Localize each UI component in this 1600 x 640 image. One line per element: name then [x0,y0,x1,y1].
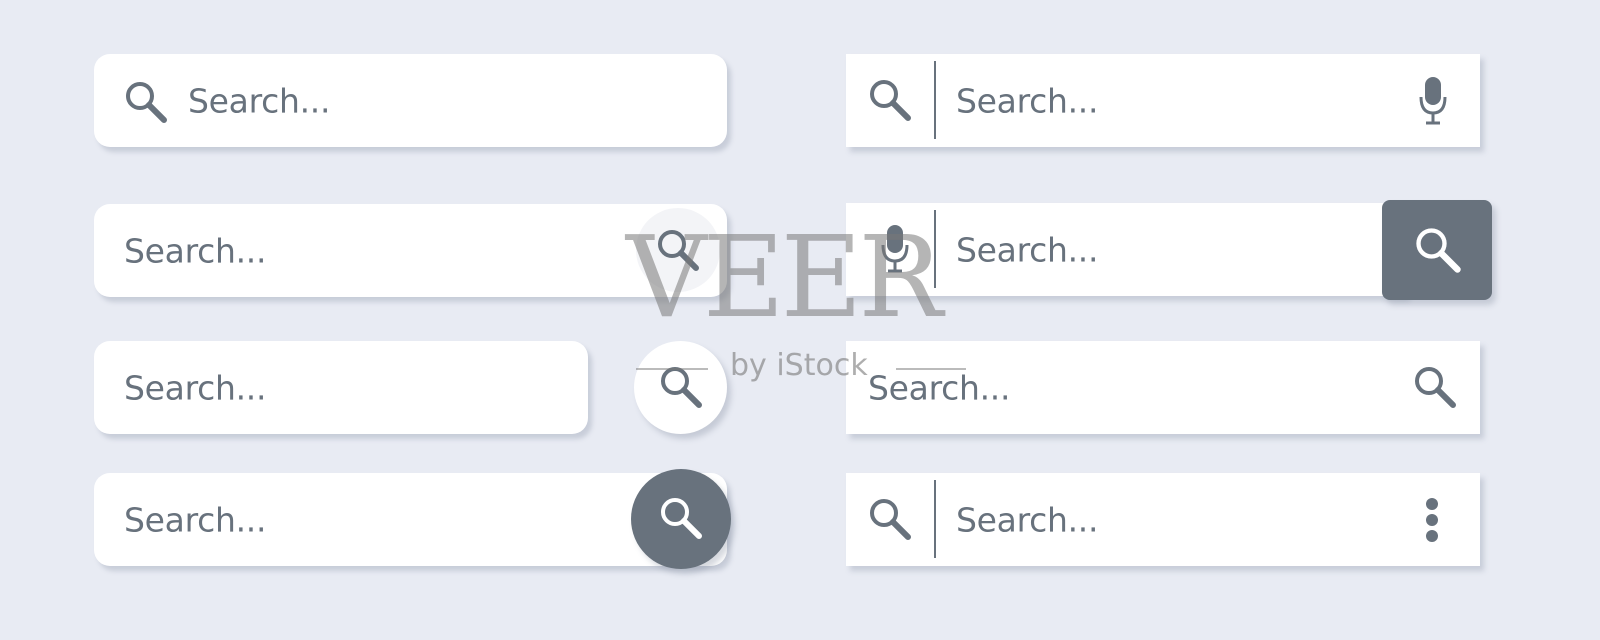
search-icon [657,494,705,542]
search-icon[interactable] [122,78,170,126]
search-input[interactable]: Search... [956,500,1098,539]
watermark-line-right [896,368,966,370]
search-input[interactable]: Search... [956,81,1098,120]
search-input[interactable]: Search... [188,81,330,120]
search-icon[interactable] [1411,363,1459,411]
watermark-line-left [636,368,708,370]
search-input[interactable]: Search... [124,368,266,407]
search-bar-1[interactable]: Search... [94,54,727,147]
search-input[interactable]: Search... [956,230,1098,269]
search-bar-5[interactable]: Search... [846,54,1480,147]
search-input[interactable]: Search... [124,231,266,270]
search-bar-3[interactable]: Search... [94,341,588,434]
search-button[interactable] [634,341,727,434]
search-icon [1412,224,1464,276]
more-vertical-icon[interactable] [1425,497,1439,543]
watermark-subtitle: by iStock [730,348,868,383]
search-icon[interactable] [866,495,914,543]
divider [934,480,936,558]
search-bar-7[interactable]: Search... [846,341,1480,434]
search-input[interactable]: Search... [124,500,266,539]
watermark-title: VEER [626,213,943,343]
search-button[interactable] [631,469,731,569]
search-input[interactable]: Search... [868,368,1010,407]
divider [934,61,936,139]
search-bar-8[interactable]: Search... [846,473,1480,566]
microphone-icon[interactable] [1418,75,1448,127]
search-icon[interactable] [866,76,914,124]
search-button[interactable] [1382,200,1492,300]
search-icon [657,363,705,411]
